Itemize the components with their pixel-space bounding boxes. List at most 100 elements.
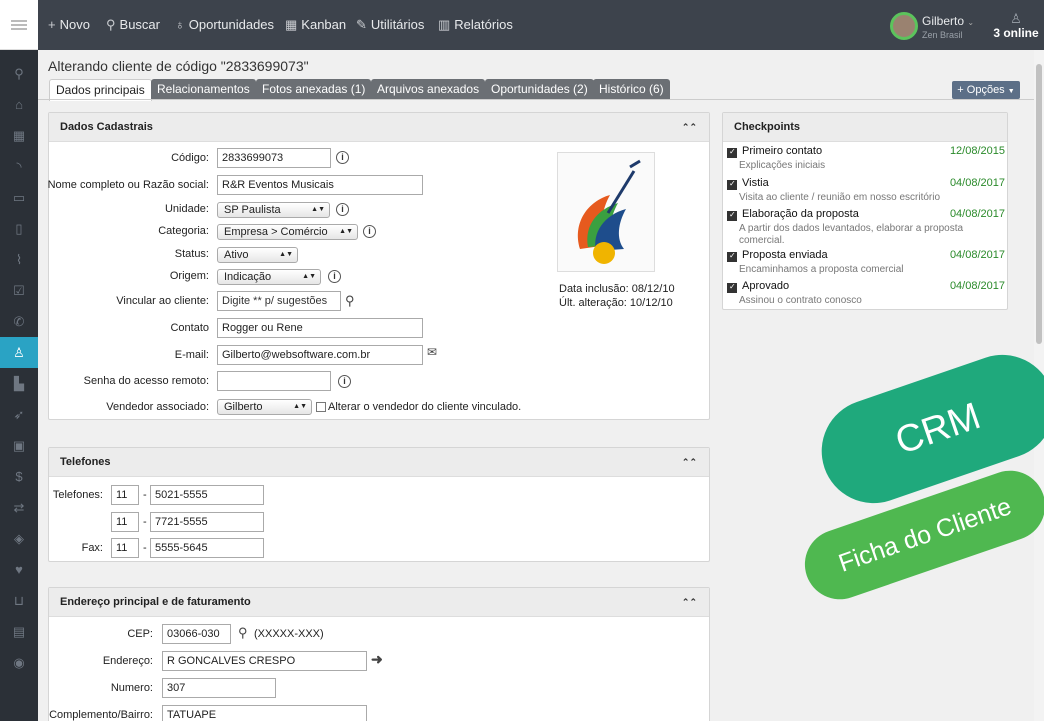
info-icon[interactable]: i [363, 225, 376, 238]
options-button[interactable]: + Opções ▼ [952, 81, 1020, 99]
caret-down-icon: ▼ [1007, 88, 1015, 95]
info-icon[interactable]: i [336, 151, 349, 164]
tab-relacionamentos[interactable]: Relacionamentos [151, 79, 256, 99]
panel-title: Endereço principal e de faturamento [60, 596, 251, 608]
checkpoint-checkbox[interactable] [727, 282, 737, 293]
checkpoint-item[interactable]: Aprovado 04/08/2017 Assinou o contrato c… [723, 278, 1007, 308]
online-users[interactable]: ♙ 3 online [993, 11, 1039, 41]
nav-novo[interactable]: + Novo [48, 17, 90, 32]
nav-kanban[interactable]: ▦ Kanban [285, 17, 346, 33]
endereco-input[interactable]: R GONCALVES CRESPO [162, 651, 367, 671]
user-org: Zen Brasil [922, 30, 963, 40]
menu-icon[interactable] [0, 0, 38, 50]
collapse-icon[interactable]: ⌃⌃ [682, 113, 697, 142]
nav-relatorios[interactable]: ▥ Relatórios [438, 17, 513, 33]
home-icon[interactable]: ⌂ [0, 89, 38, 120]
rss-icon[interactable]: ◝ [0, 151, 38, 182]
categoria-label: Categoria: [158, 225, 209, 237]
fax-ddd-input[interactable]: 11 [111, 538, 139, 558]
nav-oportunidades[interactable]: ♁ Oportunidades [175, 17, 274, 32]
tab-oportunidades[interactable]: Oportunidades (2) [485, 79, 594, 99]
check-square-icon[interactable]: ☑ [0, 275, 38, 306]
telefone-input[interactable]: 5021-5555 [150, 485, 264, 505]
dollar-icon[interactable]: $ [0, 461, 38, 492]
phone-icon[interactable]: ✆ [0, 306, 38, 337]
checkpoint-item[interactable]: Elaboração da proposta 04/08/2017 A part… [723, 206, 1007, 246]
nome-input[interactable]: R&R Eventos Musicais [217, 175, 423, 195]
avatar [890, 12, 918, 40]
scrollbar-thumb[interactable] [1036, 64, 1042, 344]
eye-icon[interactable]: ◉ [0, 647, 38, 678]
email-input[interactable]: Gilberto@websoftware.com.br [217, 345, 423, 365]
search-icon[interactable]: ⚲ [345, 293, 355, 309]
briefcase-icon[interactable]: ▤ [0, 616, 38, 647]
page-title: Alterando cliente de código "2833699073" [48, 58, 309, 74]
collapse-icon[interactable]: ⌃⌃ [682, 448, 697, 477]
nav-buscar[interactable]: ⚲ Buscar [106, 17, 160, 33]
status-select[interactable]: Ativo ▲▼ [217, 247, 298, 263]
exchange-icon[interactable]: ⇄ [0, 492, 38, 523]
ddd-input[interactable]: 11 [111, 512, 139, 532]
panel-telefones: Telefones ⌃⌃ Telefones: 11 - 5021-5555 11… [48, 447, 710, 562]
id-card-icon[interactable]: ▭ [0, 182, 38, 213]
info-icon[interactable]: i [328, 270, 341, 283]
ddd-input[interactable]: 11 [111, 485, 139, 505]
cep-input[interactable]: 03066-030 [162, 624, 231, 644]
collapse-icon[interactable]: ⌃⌃ [682, 588, 697, 617]
chevron-down-icon: ⌄ [967, 18, 975, 27]
panel-title: Telefones [60, 456, 111, 468]
user-icon[interactable]: ♙ [0, 337, 38, 368]
client-photo[interactable] [557, 152, 655, 272]
mobile-icon[interactable]: ▯ [0, 213, 38, 244]
senha-input[interactable] [217, 371, 331, 391]
panel-dados-cadastrais: Dados Cadastrais ⌃⌃ Código: 2833699073 i … [48, 112, 710, 420]
ult-alteracao: Últ. alteração: 10/12/10 [559, 297, 673, 309]
fax-label: Fax: [81, 542, 103, 554]
checkpoint-item[interactable]: Vistia 04/08/2017 Visita ao cliente / re… [723, 175, 1007, 205]
arrow-right-icon[interactable]: ➜ [371, 651, 383, 668]
checkpoint-checkbox[interactable] [727, 210, 737, 221]
unidade-select[interactable]: SP Paulista ▲▼ [217, 202, 330, 218]
checkpoint-checkbox[interactable] [727, 179, 737, 190]
panel-title: Dados Cadastrais [60, 121, 153, 133]
tab-arquivos-anexados[interactable]: Arquivos anexados [371, 79, 486, 99]
bar-chart-icon: ▥ [438, 17, 451, 32]
complemento-input[interactable]: TATUAPE [162, 705, 367, 721]
alterar-vendedor-checkbox[interactable] [316, 402, 326, 412]
checkpoint-item[interactable]: Primeiro contato 12/08/2015 Explicações … [723, 143, 1007, 173]
categoria-select[interactable]: Empresa > Comércio ▲▼ [217, 224, 358, 240]
panel-title: Checkpoints [734, 121, 801, 133]
tab-fotos-anexadas[interactable]: Fotos anexadas (1) [256, 79, 372, 99]
search-icon[interactable]: ⚲ [238, 625, 248, 641]
info-icon[interactable]: i [336, 203, 349, 216]
contato-label: Contato [170, 322, 209, 334]
checkpoint-item[interactable]: Proposta enviada 04/08/2017 Encaminhamos… [723, 247, 1007, 277]
telefone-input[interactable]: 7721-5555 [150, 512, 264, 532]
nav-utilitarios[interactable]: ✎ Utilitários [356, 17, 424, 33]
tag-icon[interactable]: ◈ [0, 523, 38, 554]
top-nav: + Novo ⚲ Buscar ♁ Oportunidades ▦ Kanban ✎ Ut… [38, 0, 1044, 50]
cart-icon[interactable]: ⊔ [0, 585, 38, 616]
checkpoint-checkbox[interactable] [727, 251, 737, 262]
envelope-icon[interactable]: ✉ [427, 345, 437, 359]
heartbeat-icon[interactable]: ♥ [0, 554, 38, 585]
calendar-icon[interactable]: ▦ [0, 120, 38, 151]
codigo-input[interactable]: 2833699073 [217, 148, 331, 168]
complemento-label: Complemento/Bairro: [49, 709, 153, 721]
tab-historico[interactable]: Histórico (6) [593, 79, 670, 99]
bar-chart-icon[interactable]: ▙ [0, 368, 38, 399]
rocket-icon[interactable]: ➶ [0, 399, 38, 430]
numero-input[interactable]: 307 [162, 678, 276, 698]
search-icon[interactable]: ⚲ [0, 58, 38, 89]
checkpoint-checkbox[interactable] [727, 147, 737, 158]
money-icon[interactable]: ▣ [0, 430, 38, 461]
vendedor-select[interactable]: Gilberto ▲▼ [217, 399, 312, 415]
attachment-icon[interactable]: ⌇ [0, 244, 38, 275]
tab-dados-principais[interactable]: Dados principais [49, 79, 152, 101]
contato-input[interactable]: Rogger ou Rene [217, 318, 423, 338]
fax-input[interactable]: 5555-5645 [150, 538, 264, 558]
info-icon[interactable]: i [338, 375, 351, 388]
users-icon: ♙ [1010, 11, 1022, 26]
origem-select[interactable]: Indicação ▲▼ [217, 269, 321, 285]
vincular-input[interactable]: Digite ** p/ sugestões [217, 291, 341, 311]
